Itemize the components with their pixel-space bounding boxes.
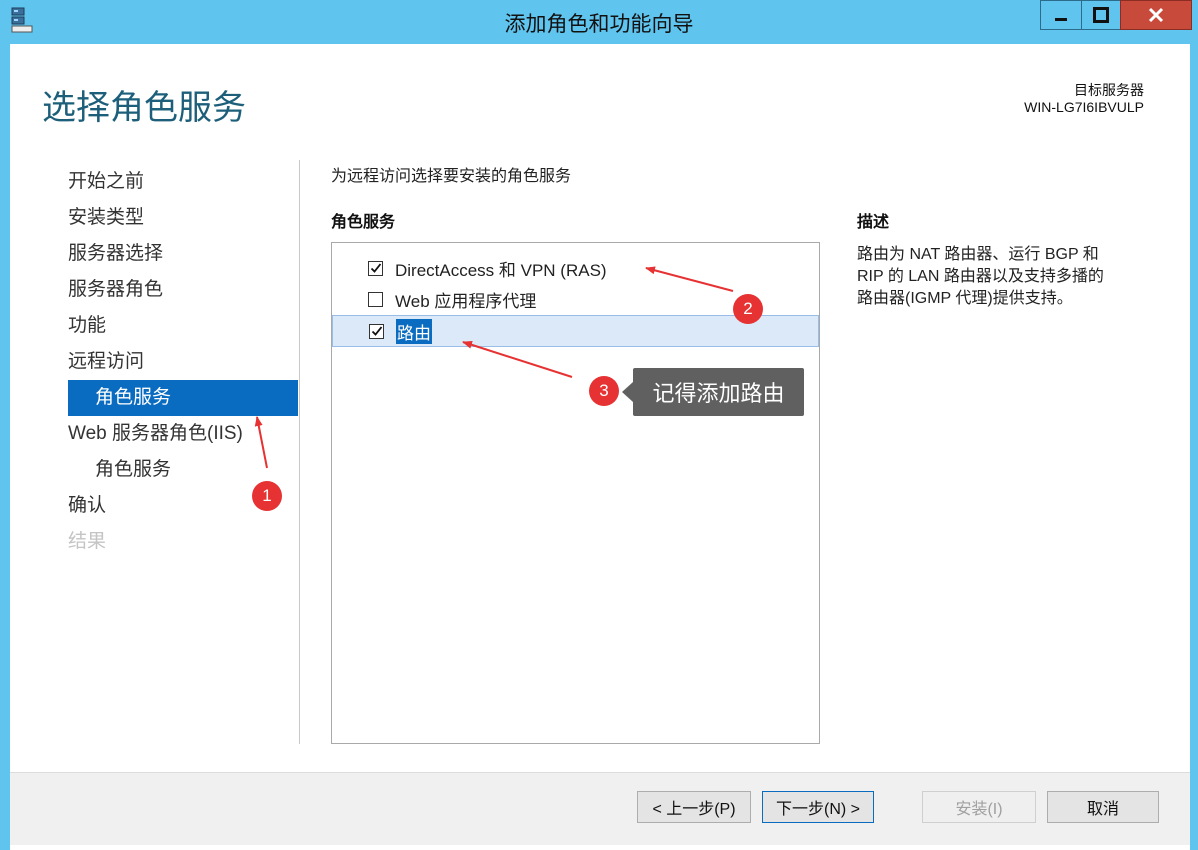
role-item-directaccess-vpn[interactable]: DirectAccess 和 VPN (RAS) bbox=[332, 253, 819, 283]
nav-item-remote-access[interactable]: 远程访问 bbox=[68, 344, 298, 380]
previous-button[interactable]: < 上一步(P) bbox=[637, 791, 751, 823]
annotation-badge-3: 3 bbox=[589, 376, 619, 406]
routing-checkbox[interactable] bbox=[369, 323, 384, 339]
close-icon bbox=[1148, 7, 1164, 23]
minimize-button[interactable] bbox=[1040, 0, 1082, 30]
role-services-heading: 角色服务 bbox=[331, 214, 396, 231]
description-line: RIP 的 LAN 路由器以及支持多播的 bbox=[857, 268, 1104, 285]
nav-divider bbox=[299, 160, 300, 744]
role-label: DirectAccess 和 VPN (RAS) bbox=[395, 260, 607, 280]
next-button[interactable]: 下一步(N) > bbox=[762, 791, 874, 823]
nav-item-before-you-begin[interactable]: 开始之前 bbox=[68, 164, 298, 200]
web-app-proxy-checkbox[interactable] bbox=[368, 291, 383, 307]
window-frame-right bbox=[1190, 44, 1198, 850]
target-server-name: WIN-LG7I6IBVULP bbox=[1024, 99, 1144, 115]
minimize-icon bbox=[1055, 18, 1067, 21]
close-button[interactable] bbox=[1120, 0, 1192, 30]
nav-item-web-server-role[interactable]: Web 服务器角色(IIS) bbox=[68, 416, 298, 452]
nav-item-results: 结果 bbox=[68, 531, 107, 552]
page-title: 选择角色服务 bbox=[42, 89, 246, 127]
nav-item-features[interactable]: 功能 bbox=[68, 308, 298, 344]
nav-item-server-selection[interactable]: 服务器选择 bbox=[68, 236, 298, 272]
target-server-label: 目标服务器 bbox=[1074, 82, 1144, 98]
description-line: 路由器(IGMP 代理)提供支持。 bbox=[857, 290, 1073, 307]
cancel-button[interactable]: 取消 bbox=[1047, 791, 1159, 823]
checkmark-icon bbox=[371, 326, 382, 336]
nav-item-server-roles[interactable]: 服务器角色 bbox=[68, 272, 298, 308]
nav-item-role-services-active[interactable]: 角色服务 bbox=[68, 380, 298, 416]
description-heading: 描述 bbox=[857, 214, 890, 231]
title-bar[interactable]: 添加角色和功能向导 bbox=[0, 0, 1198, 44]
window-title: 添加角色和功能向导 bbox=[504, 13, 694, 36]
directaccess-checkbox[interactable] bbox=[368, 260, 383, 276]
role-label: 路由 bbox=[396, 318, 432, 344]
instruction-text: 为远程访问选择要安装的角色服务 bbox=[331, 168, 572, 185]
nav-item-installation-type[interactable]: 安装类型 bbox=[68, 200, 298, 236]
annotation-badge-1: 1 bbox=[252, 481, 282, 511]
description-line: 路由为 NAT 路由器、运行 BGP 和 bbox=[857, 246, 1099, 263]
role-label: Web 应用程序代理 bbox=[395, 291, 537, 311]
window-frame-left bbox=[0, 44, 10, 850]
checkmark-icon bbox=[370, 263, 381, 273]
maximize-button[interactable] bbox=[1081, 0, 1121, 30]
install-button: 安装(I) bbox=[922, 791, 1036, 823]
callout-pointer bbox=[622, 382, 633, 402]
annotation-badge-2: 2 bbox=[733, 294, 763, 324]
maximize-icon bbox=[1093, 7, 1109, 23]
role-description: 路由为 NAT 路由器、运行 BGP 和 RIP 的 LAN 路由器以及支持多播… bbox=[857, 244, 1147, 310]
annotation-callout: 记得添加路由 bbox=[633, 368, 804, 416]
